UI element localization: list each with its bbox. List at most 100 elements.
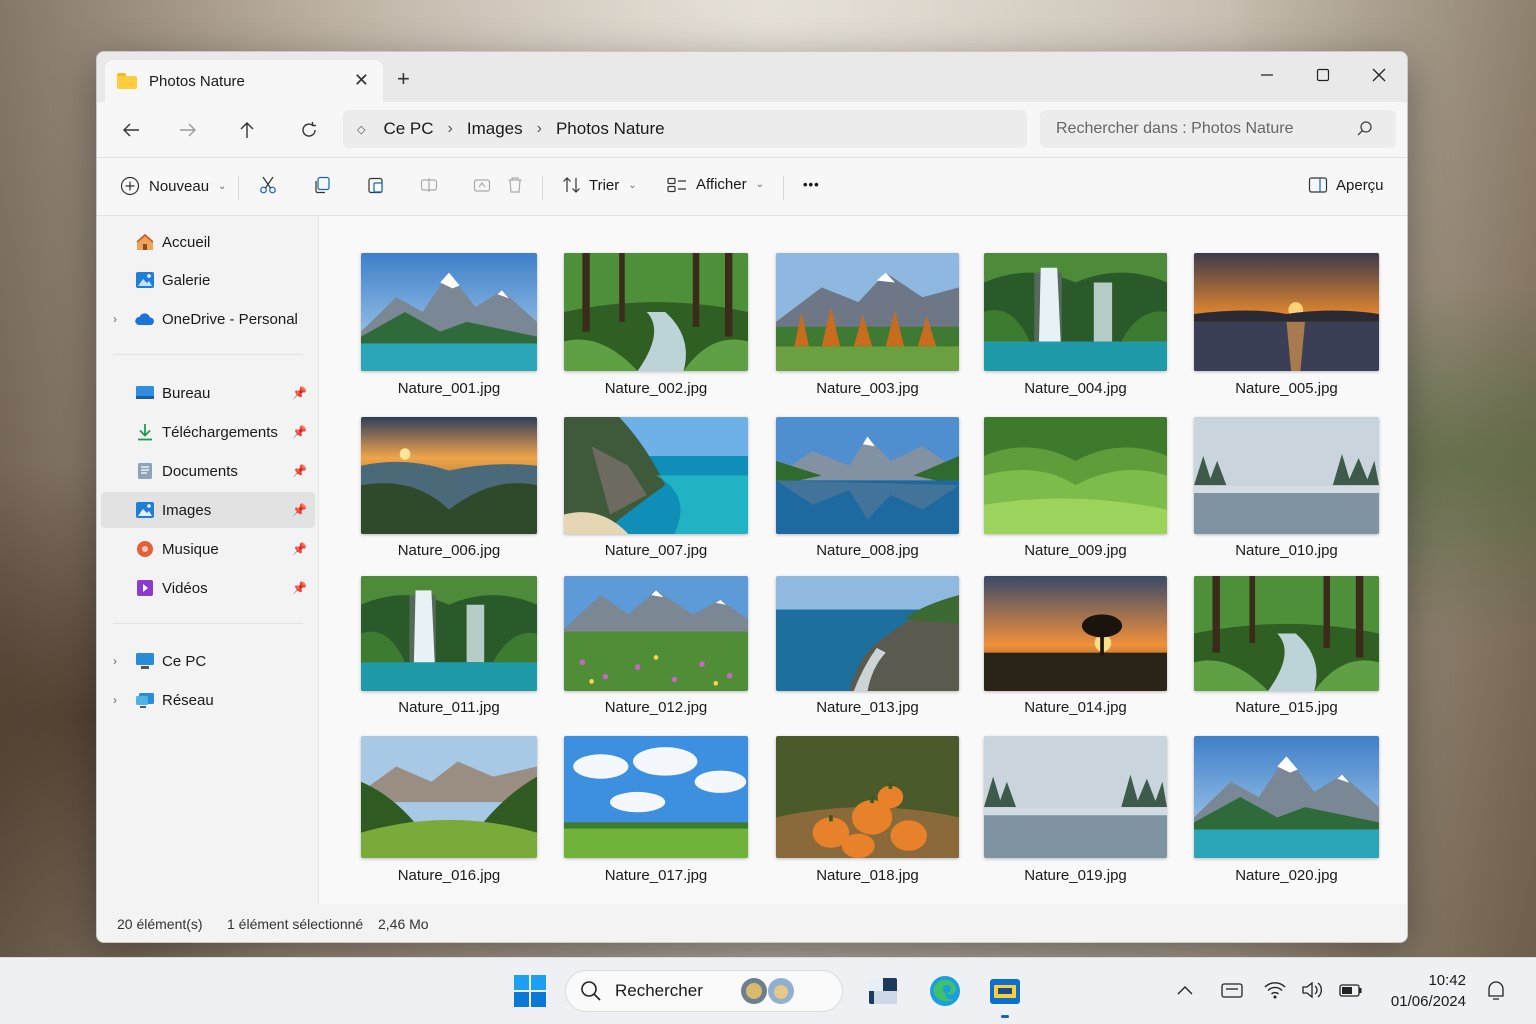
file-name[interactable]: Nature_010.jpg bbox=[1194, 542, 1379, 559]
file-name[interactable]: Nature_019.jpg bbox=[984, 867, 1167, 884]
search-box[interactable] bbox=[1040, 110, 1396, 148]
search-input[interactable] bbox=[1056, 120, 1346, 138]
file-name[interactable]: Nature_009.jpg bbox=[984, 542, 1167, 559]
file-name[interactable]: Nature_013.jpg bbox=[776, 699, 959, 716]
file-name[interactable]: Nature_016.jpg bbox=[361, 867, 537, 884]
battery-icon[interactable] bbox=[1338, 980, 1364, 1000]
file-thumbnail[interactable] bbox=[361, 576, 537, 691]
pin-icon[interactable]: 📌 bbox=[292, 425, 307, 439]
file-name[interactable]: Nature_001.jpg bbox=[361, 380, 537, 397]
file-name[interactable]: Nature_006.jpg bbox=[361, 542, 537, 559]
file-thumbnail[interactable] bbox=[984, 576, 1167, 691]
pin-icon[interactable]: 📌 bbox=[292, 542, 307, 556]
notifications-icon[interactable] bbox=[1485, 980, 1507, 1002]
file-name[interactable]: Nature_002.jpg bbox=[564, 380, 748, 397]
cut-button[interactable] bbox=[259, 176, 277, 194]
volume-icon[interactable] bbox=[1301, 980, 1325, 1000]
sort-button[interactable]: Trier ⌄ bbox=[562, 176, 637, 194]
minimize-button[interactable] bbox=[1244, 60, 1290, 90]
sidebar-item-onedrive[interactable]: › OneDrive - Personal bbox=[101, 301, 315, 337]
paste-button[interactable] bbox=[367, 176, 385, 194]
file-thumbnail[interactable] bbox=[984, 253, 1167, 371]
file-name[interactable]: Nature_008.jpg bbox=[776, 542, 959, 559]
file-explorer-icon[interactable] bbox=[988, 974, 1022, 1008]
view-button[interactable]: Afficher ⌄ bbox=[667, 176, 764, 193]
sidebar-item-videos[interactable]: Vidéos 📌 bbox=[101, 570, 315, 606]
up-button[interactable] bbox=[231, 116, 263, 144]
sidebar-item-accueil[interactable]: Accueil bbox=[101, 224, 315, 260]
file-thumbnail[interactable] bbox=[1194, 736, 1379, 858]
maximize-button[interactable] bbox=[1300, 60, 1346, 90]
sidebar-item-ce-pc[interactable]: › Ce PC bbox=[101, 643, 315, 679]
sidebar-item-images[interactable]: Images 📌 bbox=[101, 492, 315, 528]
file-thumbnail[interactable] bbox=[984, 417, 1167, 534]
file-thumbnail[interactable] bbox=[776, 576, 959, 691]
preview-pane-button[interactable]: Aperçu bbox=[1308, 176, 1384, 194]
file-name[interactable]: Nature_015.jpg bbox=[1194, 699, 1379, 716]
chevron-right-icon[interactable]: › bbox=[113, 654, 117, 668]
address-bar[interactable]: ◇ Ce PC › Images › Photos Nature bbox=[343, 110, 1027, 148]
file-thumbnail[interactable] bbox=[776, 736, 959, 858]
system-clock[interactable]: 10:42 01/06/2024 bbox=[1380, 970, 1466, 1012]
start-icon[interactable] bbox=[513, 974, 547, 1008]
file-name[interactable]: Nature_017.jpg bbox=[564, 867, 748, 884]
file-thumbnail[interactable] bbox=[564, 253, 748, 371]
new-tab-button[interactable]: + bbox=[397, 66, 410, 92]
breadcrumb-images[interactable]: Images bbox=[467, 119, 523, 139]
file-name[interactable]: Nature_014.jpg bbox=[984, 699, 1167, 716]
file-thumbnail[interactable] bbox=[984, 736, 1167, 858]
close-button[interactable] bbox=[1356, 60, 1402, 90]
share-button[interactable] bbox=[473, 176, 491, 194]
file-thumbnail[interactable] bbox=[564, 417, 748, 534]
chevron-right-icon[interactable]: › bbox=[113, 312, 117, 326]
more-options-button[interactable]: ••• bbox=[803, 177, 820, 192]
rename-button[interactable] bbox=[420, 176, 438, 194]
file-thumbnail[interactable] bbox=[361, 253, 537, 371]
file-name[interactable]: Nature_003.jpg bbox=[776, 380, 959, 397]
sidebar-item-musique[interactable]: Musique 📌 bbox=[101, 531, 315, 567]
forward-button[interactable] bbox=[172, 116, 204, 144]
file-name[interactable]: Nature_011.jpg bbox=[361, 699, 537, 716]
file-name[interactable]: Nature_020.jpg bbox=[1194, 867, 1379, 884]
file-thumbnail[interactable] bbox=[361, 417, 537, 534]
sidebar-item-documents[interactable]: Documents 📌 bbox=[101, 453, 315, 489]
file-name[interactable]: Nature_005.jpg bbox=[1194, 380, 1379, 397]
file-thumbnail[interactable] bbox=[1194, 253, 1379, 371]
file-thumbnail[interactable] bbox=[361, 736, 537, 858]
search-icon[interactable] bbox=[1356, 120, 1374, 138]
edge-icon[interactable] bbox=[928, 974, 962, 1008]
sidebar-item-bureau[interactable]: Bureau 📌 bbox=[101, 375, 315, 411]
chevron-up-icon[interactable] bbox=[1176, 984, 1194, 996]
refresh-button[interactable] bbox=[293, 116, 325, 144]
file-thumbnail[interactable] bbox=[564, 576, 748, 691]
sidebar-item-galerie[interactable]: Galerie bbox=[101, 262, 315, 298]
widgets-icon[interactable] bbox=[866, 974, 900, 1008]
file-thumbnail[interactable] bbox=[1194, 576, 1379, 691]
pin-icon[interactable]: 📌 bbox=[292, 464, 307, 478]
path-expand-icon[interactable]: ◇ bbox=[357, 123, 365, 136]
tab-close-icon[interactable]: ✕ bbox=[354, 70, 369, 91]
breadcrumb-ce-pc[interactable]: Ce PC bbox=[383, 119, 433, 139]
file-thumbnail[interactable] bbox=[776, 253, 959, 371]
file-name[interactable]: Nature_007.jpg bbox=[564, 542, 748, 559]
pin-icon[interactable]: 📌 bbox=[292, 386, 307, 400]
pin-icon[interactable]: 📌 bbox=[292, 581, 307, 595]
copy-button[interactable] bbox=[313, 176, 331, 194]
sidebar-item-telechargements[interactable]: Téléchargements 📌 bbox=[101, 414, 315, 450]
file-name[interactable]: Nature_018.jpg bbox=[776, 867, 959, 884]
file-thumbnail[interactable] bbox=[776, 417, 959, 534]
breadcrumb-photos-nature[interactable]: Photos Nature bbox=[556, 119, 665, 139]
wifi-icon[interactable] bbox=[1263, 980, 1287, 1000]
device-icon[interactable] bbox=[1220, 980, 1244, 1000]
chevron-right-icon[interactable]: › bbox=[113, 693, 117, 707]
file-name[interactable]: Nature_004.jpg bbox=[984, 380, 1167, 397]
taskbar-search[interactable]: Rechercher bbox=[565, 970, 843, 1012]
sidebar-item-reseau[interactable]: › Réseau bbox=[101, 682, 315, 718]
tab-photos-nature[interactable]: Photos Nature ✕ bbox=[105, 60, 383, 102]
file-thumbnail[interactable] bbox=[564, 736, 748, 858]
pin-icon[interactable]: 📌 bbox=[292, 503, 307, 517]
file-thumbnail[interactable] bbox=[1194, 417, 1379, 534]
file-name[interactable]: Nature_012.jpg bbox=[564, 699, 748, 716]
delete-button[interactable] bbox=[507, 176, 523, 194]
new-button[interactable]: Nouveau ⌄ bbox=[120, 176, 226, 196]
